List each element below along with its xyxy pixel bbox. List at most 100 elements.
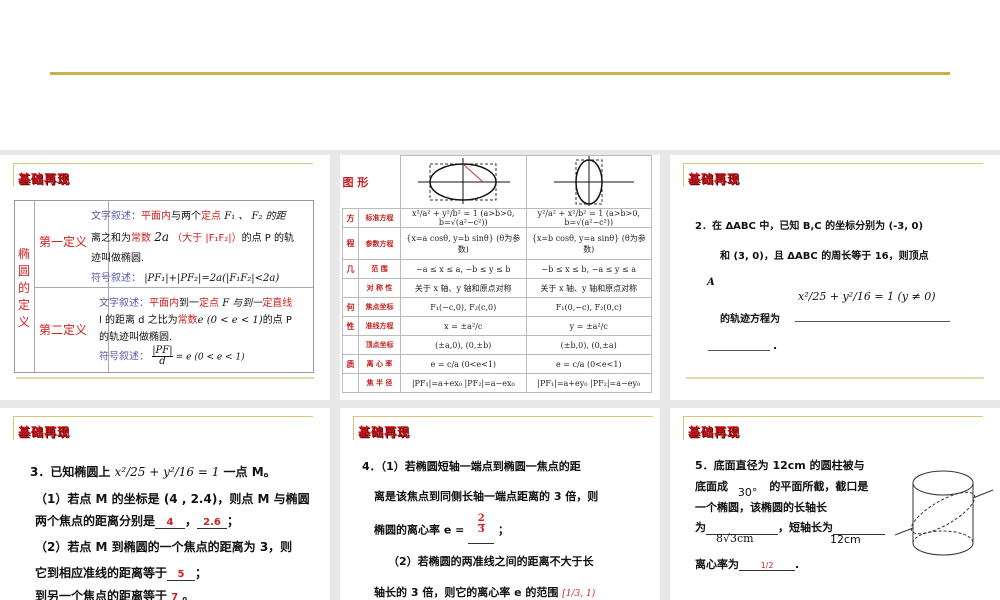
question-line: 两个焦点的距离分别是 4， 2.6； bbox=[35, 514, 240, 529]
q-text: 椭圆的离心率 e = bbox=[374, 523, 465, 537]
question-line: 的轨迹方程为 bbox=[720, 314, 780, 325]
horizontal-value: x = ±a²/c bbox=[400, 316, 527, 336]
question-line: 和 (3, 0)，且 ΔABC 的周长等于 16，则顶点 bbox=[720, 251, 929, 262]
question-line: 2．在 ΔABC 中，已知 B,C 的坐标分别为 (-3, 0) bbox=[695, 221, 924, 232]
slide-thumbnail-1[interactable]: 基础再现 椭圆的定义 第一定义 第二定义 文字叙述：平面内与两个定点 F₁ 、 … bbox=[0, 155, 330, 400]
denominator: 3 bbox=[477, 524, 485, 535]
answer-fraction: 23 bbox=[477, 514, 485, 535]
d2-part: e (0 < e < 1) bbox=[197, 315, 263, 326]
answer-blank: 4 bbox=[155, 517, 186, 529]
question-line: （1）若点 M 的坐标是 (4 , 2.4)，则点 M 与椭圆 bbox=[35, 492, 310, 506]
horizontal-value: F₁(−c,0), F₂(c,0) bbox=[400, 297, 527, 317]
header-label: 基础再现 bbox=[18, 172, 71, 186]
group-label bbox=[342, 335, 359, 355]
vertical-value: |PF₁|=a+ey₀ |PF₂|=a−ey₀ bbox=[525, 373, 652, 393]
answer: 7 bbox=[171, 592, 179, 600]
answer-blank: 5 bbox=[167, 569, 196, 581]
answer-blank: 2.6 bbox=[197, 517, 228, 529]
q-text: 它到相应准线的距离等于 bbox=[35, 566, 168, 580]
d2-part: 定点 bbox=[199, 298, 219, 309]
slide-header: 基础再现 bbox=[683, 163, 983, 187]
answer-blank: 1/2 bbox=[739, 561, 795, 571]
slide-header: 基础再现 bbox=[13, 416, 313, 440]
d2-part: 定直线 bbox=[262, 298, 293, 309]
d1-part: 常数 bbox=[131, 233, 151, 244]
question-line: 轴长的 3 倍，则它的离心率 e 的范围 [1/3, 1) bbox=[374, 584, 595, 600]
q-text: 轴长的 3 倍，则它的离心率 e 的范围 bbox=[374, 586, 559, 599]
d1-part: （大于 |F₁F₂|） bbox=[172, 233, 242, 244]
d1-part: 定点 bbox=[201, 211, 221, 222]
slide-thumbnail-4[interactable]: 基础再现 3．已知椭圆上 x²/25 + y²/16 = 1 一点 M。 （1）… bbox=[0, 408, 330, 600]
answer: 12cm bbox=[830, 533, 861, 546]
slide-thumbnail-3[interactable]: 基础再现 2．在 ΔABC 中，已知 B,C 的坐标分别为 (-3, 0) 和 … bbox=[670, 155, 1000, 400]
title-divider bbox=[50, 72, 950, 75]
text-label: 文字叙述： bbox=[99, 298, 149, 309]
table-row: 程参数方程 {x=a cosθ, y=b sinθ} (θ为参数) {x=b cos… bbox=[342, 227, 652, 260]
top-area bbox=[0, 0, 1000, 150]
slide-thumbnail-5[interactable]: 基础再现 4．（1）若椭圆短轴一端点到椭圆一焦点的距 离是该焦点到同侧长轴一端点… bbox=[340, 408, 660, 600]
vertical-value: (±b,0), (0,±a) bbox=[525, 335, 652, 355]
vertical-value: {x=b cosθ, y=a sinθ} (θ为参数) bbox=[525, 227, 652, 260]
def1-label: 第一定义 bbox=[39, 235, 88, 249]
group-label: 何 bbox=[342, 297, 359, 317]
slide-thumbnail-2[interactable]: 图 形 方标准方程 x²/a² + y²/b² = 1 (a>b>0, b=√(a… bbox=[340, 155, 660, 400]
q-text: 3．已知椭圆上 bbox=[30, 465, 111, 479]
d2-part: 到一 bbox=[179, 298, 199, 309]
property-label: 范 围 bbox=[358, 259, 401, 279]
footer-line bbox=[686, 377, 984, 379]
symbol-label: 符号叙述： bbox=[91, 273, 141, 284]
horizontal-value: {x=a cosθ, y=b sinθ} (θ为参数) bbox=[400, 227, 527, 260]
group-label bbox=[342, 278, 359, 298]
horizontal-value: −a ≤ x ≤ a, −b ≤ y ≤ b bbox=[400, 259, 527, 279]
d2-part: 的点 P bbox=[262, 315, 292, 326]
question-line: 离是该焦点到同侧长轴一端点距离的 3 倍，则 bbox=[374, 490, 599, 503]
q-text: 到另一个焦点的距离等于 bbox=[35, 589, 168, 600]
property-label: 焦点坐标 bbox=[358, 297, 401, 317]
q-text: ，短轴长为 bbox=[778, 521, 833, 534]
property-label: 离 心 率 bbox=[358, 354, 401, 374]
slide-header: 基础再现 bbox=[13, 163, 313, 187]
q-text: 为 bbox=[695, 521, 706, 534]
d1-part: 的点 P 的轨 bbox=[241, 233, 295, 244]
table-row: 对 称 性关于 x 轴、y 轴和原点对称 关于 x 轴、y 轴和原点对称 bbox=[342, 278, 652, 298]
vertical-value: y²/a² + x²/b² = 1 (a>b>0, b=√(a²−c²)) bbox=[525, 208, 652, 228]
table-row: 何焦点坐标 F₁(−c,0), F₂(c,0) F₁(0,−c), F₂(0,c) bbox=[342, 297, 652, 317]
ellipse-properties-table: 图 形 方标准方程 x²/a² + y²/b² = 1 (a>b>0, b=√(a… bbox=[342, 155, 652, 393]
question-line: 它到相应准线的距离等于 5； bbox=[35, 566, 208, 581]
property-label: 标准方程 bbox=[358, 208, 401, 228]
vertical-ellipse-figure bbox=[525, 155, 652, 209]
table-row: 方标准方程 x²/a² + y²/b² = 1 (a>b>0, b=√(a²−c²… bbox=[342, 208, 652, 228]
question-line: 4．（1）若椭圆短轴一端点到椭圆一焦点的距 bbox=[362, 460, 581, 473]
d1-part: 平面内 bbox=[141, 211, 171, 222]
question-line: 一个椭圆，该椭圆的长轴长 bbox=[695, 501, 827, 514]
d1-part: 迹叫做椭圆. bbox=[91, 253, 145, 264]
question-line: （2）若点 M 到椭圆的一个焦点的距离为 3，则 bbox=[35, 540, 293, 554]
answer: x²/25 + y²/16 = 1 (y ≠ 0) bbox=[798, 290, 936, 303]
header-label: 基础再现 bbox=[688, 425, 741, 439]
vertical-value: 关于 x 轴、y 轴和原点对称 bbox=[525, 278, 652, 298]
denominator: d bbox=[159, 356, 166, 367]
def2-label: 第二定义 bbox=[39, 323, 88, 337]
table-row: 图 形 bbox=[343, 155, 652, 209]
table-row: 质离 心 率e = c/a (0<e<1) e = c/a (0<e<1) bbox=[342, 354, 652, 374]
d1-part: F₁ 、 F₂ 的距 bbox=[224, 211, 286, 222]
group-label: 性 bbox=[342, 316, 359, 336]
vertical-value: e = c/a (0<e<1) bbox=[525, 354, 652, 374]
horizontal-value: 关于 x 轴、y 轴和原点对称 bbox=[400, 278, 527, 298]
table-row: 性准线方程 x = ±a²/c y = ±a²/c bbox=[342, 316, 652, 336]
table-row: 顶点坐标 (±a,0), (0,±b) (±b,0), (0,±a) bbox=[342, 335, 652, 355]
horizontal-value: |PF₁|=a+ex₀ |PF₂|=a−ex₀ bbox=[400, 373, 527, 393]
horizontal-value: e = c/a (0<e<1) bbox=[400, 354, 527, 374]
text-label: 文字叙述： bbox=[91, 211, 141, 222]
slide-thumbnail-6[interactable]: 基础再现 5．底面直径为 12cm 的圆柱被与 底面成 30° 的平面所截，截口是… bbox=[670, 408, 1000, 600]
d2-part: 的轨迹叫做椭圆. bbox=[99, 332, 173, 343]
period: . bbox=[773, 339, 778, 352]
property-label: 焦 半 径 bbox=[358, 373, 401, 393]
d1-part: 2a bbox=[154, 230, 169, 244]
d1-part: 离之和为 bbox=[91, 233, 131, 244]
slide-header: 基础再现 bbox=[683, 416, 983, 440]
table-row: 几范 围 −a ≤ x ≤ a, −b ≤ y ≤ b −b ≤ x ≤ b, −a… bbox=[342, 259, 652, 279]
question-line: 3．已知椭圆上 x²/25 + y²/16 = 1 一点 M。 bbox=[30, 463, 276, 480]
slide-header: 基础再现 bbox=[353, 416, 653, 440]
header-label: 基础再现 bbox=[18, 425, 71, 439]
